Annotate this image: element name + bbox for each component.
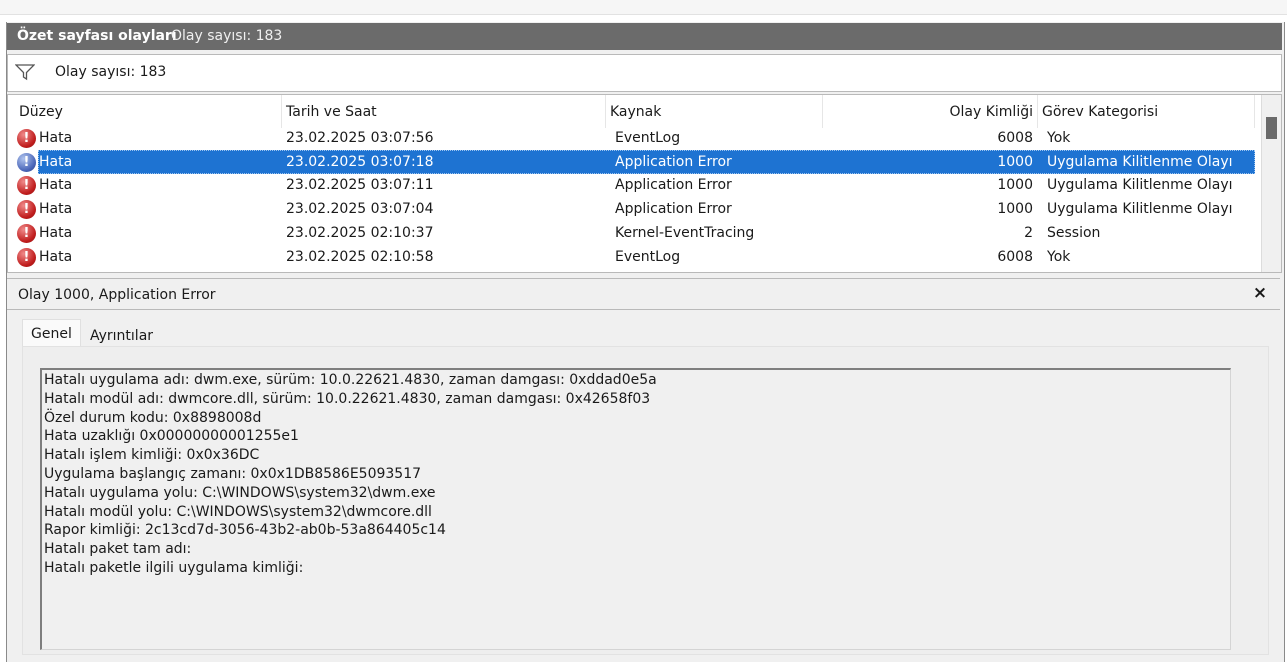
row-event-id: 6008 — [997, 130, 1033, 146]
description-line: Hatalı modül adı: dwmcore.dll, sürüm: 10… — [44, 390, 651, 407]
row-task-category: Uygulama Kilitlenme Olayı — [1047, 177, 1233, 194]
table-row[interactable]: ! Hata 23.02.2025 02:10:58 EventLog 6008 Yok — [8, 245, 1255, 269]
row-level: Hata — [39, 224, 73, 241]
panel-event-count: Olay sayısı: 183 — [171, 28, 283, 44]
description-line: Hatalı paketle ilgili uygulama kimliği: — [44, 560, 304, 576]
row-source: EventLog — [615, 130, 681, 146]
description-line: Hatalı uygulama yolu: C:\WINDOWS\system3… — [44, 484, 436, 501]
error-icon: ! — [17, 129, 36, 148]
description-line: Hatalı işlem kimliği: 0x0x36DC — [44, 447, 260, 464]
filter-icon[interactable] — [15, 63, 35, 81]
table-row[interactable]: ! Hata 23.02.2025 03:07:04 Application Erro… — [8, 197, 1255, 221]
error-icon: ! — [17, 152, 36, 172]
row-datetime: 23.02.2025 02:10:37 — [286, 224, 434, 241]
column-header-source[interactable]: Kaynak — [606, 95, 823, 128]
error-icon: ! — [17, 223, 36, 243]
error-icon: ! — [17, 176, 36, 196]
event-grid: Düzey Tarih ve Saat Kaynak Olay Kimliği … — [7, 94, 1282, 273]
tab-general[interactable]: Genel — [22, 319, 81, 348]
description-line: Hata uzaklığı 0x00000000001255e1 — [44, 428, 299, 445]
row-level: Hata — [39, 130, 73, 146]
filter-count-text: Olay sayısı: 183 — [55, 64, 167, 80]
row-level: Hata — [39, 153, 73, 170]
close-icon[interactable]: × — [1251, 284, 1269, 302]
filter-bar: Olay sayısı: 183 — [7, 54, 1282, 92]
detail-title: Olay 1000, Application Error — [18, 287, 216, 303]
event-detail-pane: Olay 1000, Application Error × Genel Ayr… — [7, 278, 1280, 655]
row-task-category: Yok — [1047, 248, 1071, 265]
row-level: Hata — [39, 201, 73, 218]
description-line: Hatalı modül yolu: C:\WINDOWS\system32\d… — [44, 503, 432, 520]
description-line: Rapor kimliği: 2c13cd7d-3056-43b2-ab0b-5… — [44, 522, 446, 539]
row-level: Hata — [39, 177, 73, 194]
row-source: Kernel-EventTracing — [615, 224, 755, 241]
error-icon: ! — [17, 247, 36, 267]
row-task-category: Uygulama Kilitlenme Olayı — [1047, 201, 1233, 218]
grid-scrollbar[interactable] — [1261, 95, 1281, 272]
row-event-id: 2 — [1024, 224, 1033, 241]
grid-header: Düzey Tarih ve Saat Kaynak Olay Kimliği … — [8, 95, 1255, 128]
detail-header: Olay 1000, Application Error × — [7, 279, 1280, 310]
table-row[interactable]: ! Hata 23.02.2025 03:07:18 Application Erro… — [8, 149, 1255, 174]
row-event-id: 1000 — [997, 153, 1033, 170]
table-row[interactable]: ! Hata 23.02.2025 03:07:11 Application Erro… — [8, 173, 1255, 197]
event-description-box[interactable]: Hatalı uygulama adı: dwm.exe, sürüm: 10.… — [40, 368, 1231, 650]
description-line: Hatalı uygulama adı: dwm.exe, sürüm: 10.… — [44, 372, 657, 388]
table-row[interactable]: ! Hata 23.02.2025 03:07:56 EventLog 6008 Yok — [8, 126, 1255, 150]
column-header-task-category[interactable]: Görev Kategorisi — [1038, 95, 1255, 128]
row-event-id: 1000 — [997, 201, 1033, 218]
row-datetime: 23.02.2025 02:10:58 — [286, 248, 434, 265]
row-datetime: 23.02.2025 03:07:56 — [286, 130, 434, 146]
panel-titlebar: Özet sayfası olayları Olay sayısı: 183 — [7, 23, 1282, 50]
scrollbar-thumb[interactable] — [1266, 117, 1277, 139]
description-line: Özel durum kodu: 0x8898008d — [44, 409, 262, 426]
description-line: Hatalı paket tam adı: — [44, 541, 192, 558]
row-source: Application Error — [615, 153, 732, 170]
row-source: Application Error — [615, 201, 732, 218]
top-strip — [0, 0, 1287, 15]
column-header-level[interactable]: Düzey — [15, 95, 282, 128]
tab-panel-general: Hatalı uygulama adı: dwm.exe, sürüm: 10.… — [22, 346, 1269, 655]
row-event-id: 1000 — [997, 177, 1033, 194]
description-line: Uygulama başlangıç zamanı: 0x0x1DB8586E5… — [44, 466, 422, 482]
column-header-datetime[interactable]: Tarih ve Saat — [282, 95, 606, 128]
row-source: EventLog — [615, 248, 681, 265]
row-source: Application Error — [615, 177, 732, 194]
table-row[interactable]: ! Hata 23.02.2025 02:10:37 Kernel-EventTrac… — [8, 221, 1255, 245]
row-event-id: 6008 — [997, 248, 1033, 265]
error-icon: ! — [17, 200, 36, 220]
row-datetime: 23.02.2025 03:07:11 — [286, 177, 434, 194]
panel-title: Özet sayfası olayları — [17, 28, 177, 44]
row-task-category: Yok — [1047, 130, 1071, 146]
row-task-category: Session — [1047, 224, 1101, 241]
row-task-category: Uygulama Kilitlenme Olayı — [1047, 153, 1233, 170]
row-level: Hata — [39, 248, 73, 265]
column-header-event-id[interactable]: Olay Kimliği — [823, 95, 1038, 128]
row-datetime: 23.02.2025 03:07:18 — [286, 153, 434, 170]
row-datetime: 23.02.2025 03:07:04 — [286, 201, 434, 218]
